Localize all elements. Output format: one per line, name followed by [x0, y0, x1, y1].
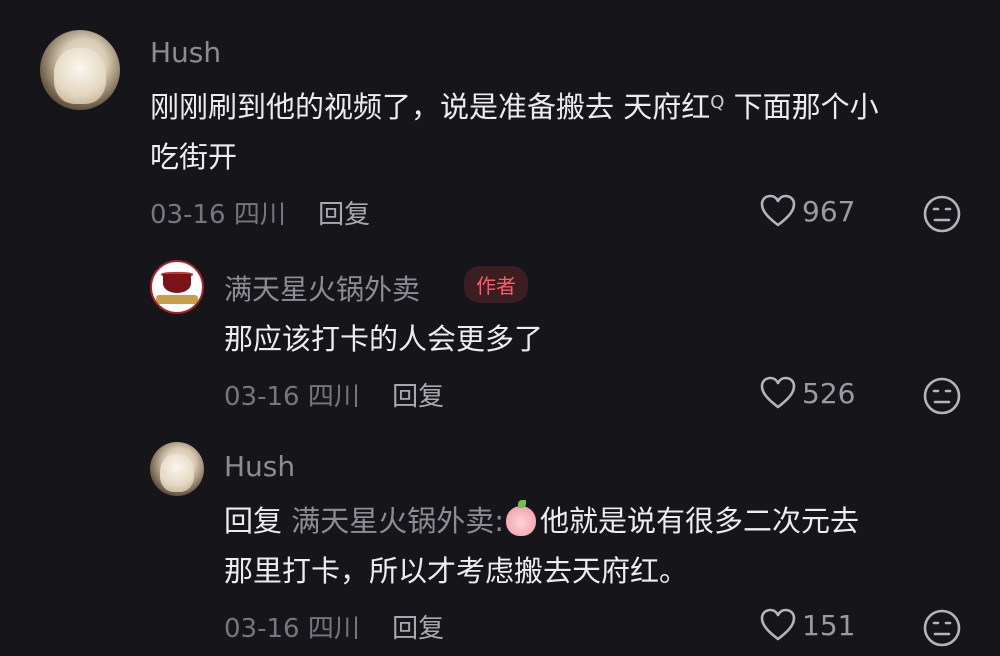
like-count: 151	[802, 608, 856, 642]
dislike-icon[interactable]	[922, 376, 962, 416]
comment-date: 03-16	[224, 614, 300, 644]
reply-button[interactable]: 回复	[392, 382, 444, 412]
like-button[interactable]: 967	[760, 194, 855, 228]
comment-thread: Hush 刚刚刷到他的视频了，说是准备搬去 天府红Q 下面那个小 吃街开 03-…	[0, 0, 1000, 656]
comment-date: 03-16	[224, 382, 300, 412]
comment-location: 四川	[307, 382, 360, 412]
like-count: 967	[802, 194, 856, 228]
dislike-icon[interactable]	[922, 194, 962, 234]
hotpot-logo-pot	[163, 274, 191, 293]
comment-text-main: 刚刚刷到他的视频了，说是准备搬去 天府红	[150, 90, 711, 124]
comment-text: 那应该打卡的人会更多了	[224, 322, 544, 356]
heart-icon	[760, 608, 796, 642]
comment-username[interactable]: Hush	[224, 450, 295, 483]
hotpot-logo-ribbon	[156, 295, 198, 304]
comment-text-tail: 下面那个小	[724, 90, 879, 124]
comment-location: 四川	[233, 200, 286, 230]
comment-text: 回复 满天星火锅外卖: 他就是说有很多二次元去 那里打卡，所以才考虑搬去天府红。	[224, 496, 974, 596]
reply-button[interactable]: 回复	[392, 614, 444, 644]
like-count: 526	[802, 376, 856, 410]
comment-username[interactable]: Hush	[150, 36, 221, 69]
comment-text-line2: 那里打卡，所以才考虑搬去天府红。	[224, 554, 689, 588]
like-button[interactable]: 151	[760, 608, 855, 642]
comment-text-line2: 吃街开	[150, 140, 238, 174]
comment-date: 03-16	[150, 200, 226, 230]
cat-avatar-image	[159, 453, 195, 492]
avatar[interactable]	[150, 260, 204, 314]
comment-meta: 03-16 四川 回复	[150, 194, 370, 231]
comment-text: 刚刚刷到他的视频了，说是准备搬去 天府红Q 下面那个小 吃街开	[150, 82, 980, 182]
comment-text-line1: 他就是说有很多二次元去	[540, 504, 860, 538]
reply-target-user[interactable]: 满天星火锅外卖:	[291, 504, 504, 538]
reply-prefix: 回复	[224, 504, 283, 538]
comment-username[interactable]: 满天星火锅外卖	[224, 268, 420, 308]
heart-icon	[760, 194, 796, 228]
avatar[interactable]	[150, 442, 204, 496]
author-badge: 作者	[464, 266, 528, 303]
heart-icon	[760, 376, 796, 410]
cat-avatar-image	[54, 47, 106, 104]
comment-location: 四川	[307, 614, 360, 644]
peach-emoji-icon	[506, 500, 537, 536]
search-hint-icon[interactable]: Q	[710, 92, 724, 113]
dislike-icon[interactable]	[922, 608, 962, 648]
comment-meta: 03-16 四川 回复	[224, 376, 444, 413]
avatar[interactable]	[40, 30, 120, 110]
like-button[interactable]: 526	[760, 376, 855, 410]
comment-meta: 03-16 四川 回复	[224, 608, 444, 645]
reply-button[interactable]: 回复	[318, 200, 370, 230]
